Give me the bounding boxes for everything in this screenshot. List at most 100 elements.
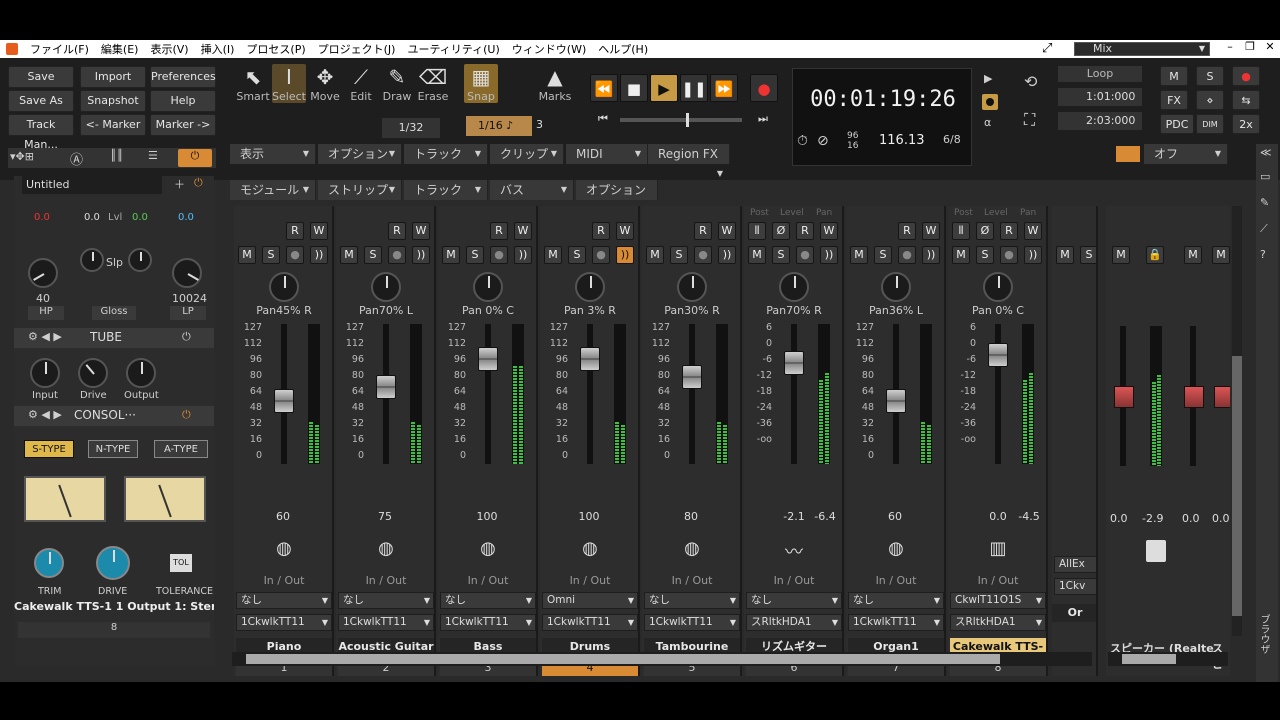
arm-button[interactable]: ● — [898, 246, 916, 264]
input-echo-button[interactable]: )) — [412, 246, 430, 264]
volume-fader[interactable] — [274, 389, 294, 413]
volume-fader[interactable] — [682, 365, 702, 389]
input-select[interactable]: なし ▼ — [746, 592, 842, 609]
workspace-select[interactable]: Mix ▼ — [1074, 42, 1210, 56]
output-select[interactable]: 1Ckv — [1054, 578, 1096, 595]
arm-button[interactable]: ● — [1000, 246, 1018, 264]
input-select[interactable]: Omni ▼ — [542, 592, 638, 609]
minimize-icon[interactable]: – — [1222, 40, 1238, 53]
loop-icon[interactable]: ⟲ — [1024, 72, 1037, 91]
eq-q-knob[interactable] — [80, 248, 104, 272]
region-fx-menu[interactable]: Region FX ▼ — [648, 144, 730, 178]
sidebar-brush-icon[interactable]: ⟋ — [1260, 222, 1268, 236]
sidebar-help-icon[interactable]: ? — [1260, 248, 1266, 261]
write-automation-button[interactable]: W — [718, 222, 736, 240]
punch-icon[interactable]: ⛶ — [1024, 110, 1035, 130]
meter[interactable]: 6/8 — [943, 133, 961, 146]
loop-start[interactable]: 1:01:000 — [1058, 88, 1142, 106]
solo-button[interactable]: S — [874, 246, 892, 264]
volume-fader[interactable] — [580, 347, 600, 371]
input-echo-button[interactable]: )) — [514, 246, 532, 264]
master3-fader[interactable] — [1214, 386, 1230, 408]
output-select[interactable]: 1CkwlkTT11 ▼ — [236, 614, 332, 631]
volume-fader[interactable] — [886, 389, 906, 413]
sidebar-collapse-icon[interactable]: ≪ — [1260, 146, 1272, 159]
read-automation-button[interactable]: R — [286, 222, 304, 240]
output-select[interactable]: 1CkwlkTT11 ▼ — [440, 614, 536, 631]
sidebar-folder-icon[interactable]: ▭ — [1260, 170, 1270, 183]
pause-button[interactable]: ❚❚ — [680, 74, 708, 102]
master2-mute-button[interactable]: M — [1184, 246, 1202, 264]
midi-menu[interactable]: MIDI ▼ — [566, 144, 648, 164]
next-marker-button[interactable]: Marker -> — [150, 114, 216, 136]
volume-fader[interactable] — [784, 351, 804, 375]
play-mini-icon[interactable]: ▶ — [984, 72, 992, 85]
arm-button[interactable]: ● — [592, 246, 610, 264]
menu-view[interactable]: 表示(V) — [144, 41, 194, 57]
strip-menu[interactable]: ストリップ ▼ — [318, 180, 402, 200]
arm-button[interactable]: ● — [388, 246, 406, 264]
menu-project[interactable]: プロジェクト(J) — [312, 41, 402, 57]
pan-knob[interactable] — [881, 272, 911, 302]
n-type-button[interactable]: N-TYPE — [88, 440, 138, 458]
input-select[interactable]: なし ▼ — [236, 592, 332, 609]
phase-button[interactable]: Ø — [976, 222, 994, 240]
read-automation-button[interactable]: R — [490, 222, 508, 240]
read-automation-button[interactable]: R — [898, 222, 916, 240]
phase-button[interactable]: Ø — [772, 222, 790, 240]
arm-button[interactable]: ● — [796, 246, 814, 264]
go-to-start-icon[interactable]: ⏮ — [598, 112, 608, 126]
tube-drive-knob[interactable] — [78, 358, 108, 388]
read-automation-button[interactable]: R — [592, 222, 610, 240]
mute-button[interactable]: M — [850, 246, 868, 264]
hp-button[interactable]: HP — [28, 306, 64, 320]
pan-knob[interactable] — [983, 272, 1013, 302]
input-echo-button[interactable]: )) — [616, 246, 634, 264]
mute-button[interactable]: M — [646, 246, 664, 264]
browser-tab[interactable]: ブラウザ — [1256, 614, 1271, 654]
input-echo-button[interactable]: )) — [310, 246, 328, 264]
mute-button[interactable]: M — [952, 246, 970, 264]
now-slider[interactable] — [620, 113, 742, 127]
solo-all-button[interactable]: S — [1196, 66, 1224, 86]
track-menu[interactable]: トラック ▼ — [404, 144, 488, 164]
pan-knob[interactable] — [371, 272, 401, 302]
read-automation-button[interactable]: R — [796, 222, 814, 240]
solo-button[interactable]: S — [1080, 246, 1096, 264]
menu-insert[interactable]: 挿入(I) — [195, 41, 241, 57]
solo-button[interactable]: S — [262, 246, 280, 264]
hp-freq-knob[interactable] — [28, 258, 58, 288]
sidebar-pencil-icon[interactable]: ✎ — [1260, 196, 1269, 209]
tempo[interactable]: 116.13 — [879, 133, 925, 148]
input-echo-button[interactable]: )) — [922, 246, 940, 264]
write-automation-button[interactable]: W — [922, 222, 940, 240]
move-tool[interactable]: ✥ Move — [308, 64, 342, 103]
mute-button[interactable]: M — [1056, 246, 1074, 264]
mute-button[interactable]: M — [544, 246, 562, 264]
lock-icon[interactable]: 🔒 — [1146, 246, 1164, 264]
automation-off-menu[interactable]: オフ ▼ — [1144, 144, 1228, 164]
dim-button[interactable]: DIM — [1196, 114, 1224, 134]
pan-knob[interactable] — [269, 272, 299, 302]
solo-button[interactable]: S — [364, 246, 382, 264]
write-automation-button[interactable]: W — [514, 222, 532, 240]
input-select[interactable]: なし ▼ — [440, 592, 536, 609]
arm-all-button[interactable]: ● — [1232, 66, 1260, 86]
tube-settings-icon[interactable]: ⚙ ◀ ▶ — [28, 330, 62, 343]
lp-freq-knob[interactable] — [172, 258, 202, 288]
fast-forward-button[interactable]: ⏩ — [710, 74, 738, 102]
now-time[interactable]: 00:01:19:26 — [793, 87, 973, 112]
eq-slope-knob[interactable] — [128, 248, 152, 272]
click-off-icon[interactable]: ⊘ — [817, 133, 829, 149]
volume-fader[interactable] — [376, 375, 396, 399]
write-automation-button[interactable]: W — [616, 222, 634, 240]
list-icon[interactable]: ☰ — [148, 149, 158, 162]
output-select[interactable]: 1CkwlkTT11 ▼ — [644, 614, 740, 631]
add-module-icon[interactable]: ＋ — [174, 176, 185, 192]
bus-menu[interactable]: バス ▼ — [490, 180, 574, 200]
text-icon[interactable]: Ⓐ — [70, 149, 83, 168]
snap-button[interactable]: ▦ Snap — [464, 64, 498, 103]
track-manager-button[interactable]: Track Man... — [8, 114, 74, 151]
mute-button[interactable]: M — [238, 246, 256, 264]
strip-track-menu[interactable]: トラック ▼ — [404, 180, 488, 200]
